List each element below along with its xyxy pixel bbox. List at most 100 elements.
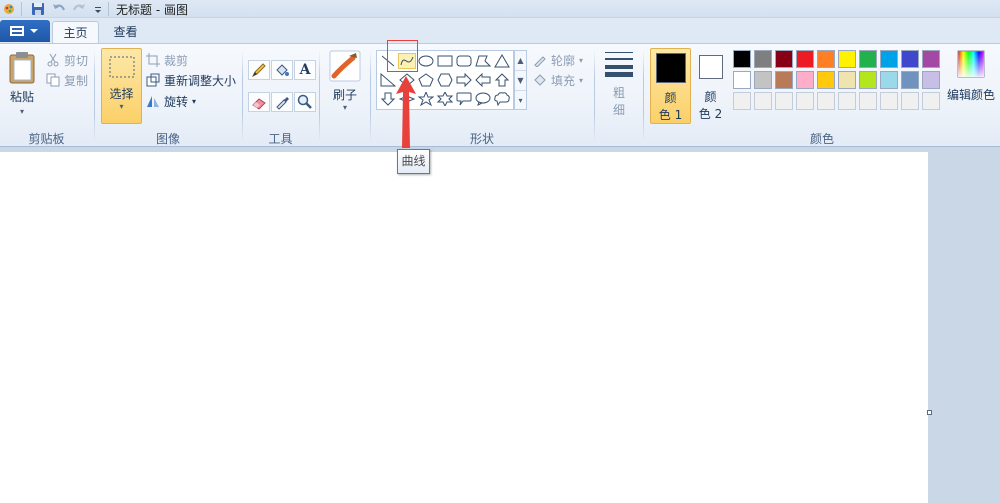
palette-swatch[interactable] — [859, 50, 877, 68]
palette-swatch[interactable] — [880, 71, 898, 89]
select-dropdown-arrow[interactable]: ▾ — [102, 102, 141, 111]
palette-swatch[interactable] — [880, 92, 898, 110]
palette-swatch[interactable] — [817, 71, 835, 89]
palette-swatch[interactable] — [817, 92, 835, 110]
brushes-button[interactable]: 刷子 ▾ — [326, 50, 364, 122]
triangle-shape-icon — [494, 54, 510, 68]
palette-swatch[interactable] — [880, 50, 898, 68]
shape-polygon[interactable] — [474, 53, 492, 69]
paste-dropdown-arrow[interactable]: ▾ — [4, 107, 40, 116]
undo-icon[interactable] — [51, 1, 67, 17]
shape-right-arrow[interactable] — [455, 72, 473, 88]
shapes-scroll-up[interactable]: ▲ — [515, 51, 526, 71]
save-icon[interactable] — [31, 1, 45, 17]
palette-swatch[interactable] — [775, 71, 793, 89]
fill-button[interactable]: 填充 ▾ — [533, 71, 583, 89]
palette-swatch[interactable] — [796, 50, 814, 68]
palette-swatch[interactable] — [775, 50, 793, 68]
divider — [94, 50, 95, 142]
paint-app-icon[interactable] — [2, 1, 16, 17]
tab-view[interactable]: 查看 — [103, 21, 148, 44]
shape-six-point-star[interactable] — [436, 91, 454, 107]
resize-button[interactable]: 重新调整大小 — [146, 71, 236, 89]
copy-button[interactable]: 复制 — [46, 71, 88, 89]
shape-rectangle[interactable] — [436, 53, 454, 69]
shape-up-arrow[interactable] — [493, 72, 511, 88]
fill-dropdown-arrow[interactable]: ▾ — [579, 76, 583, 85]
cut-button[interactable]: 剪切 — [46, 51, 88, 69]
size-button[interactable]: 粗 细 — [600, 50, 638, 124]
color-1-swatch — [655, 53, 686, 83]
color-1-label-line2: 色 1 — [658, 108, 683, 122]
outline-button[interactable]: 轮廓 ▾ — [533, 51, 583, 69]
select-button[interactable]: 选择 ▾ — [101, 48, 142, 124]
red-arrow-annotation — [396, 76, 416, 148]
text-tool[interactable]: A — [294, 60, 316, 80]
palette-swatch[interactable] — [901, 92, 919, 110]
shape-oval[interactable] — [417, 53, 435, 69]
palette-swatch[interactable] — [733, 50, 751, 68]
rotate-button[interactable]: 旋转 ▾ — [146, 92, 196, 110]
magnifier-tool[interactable] — [294, 92, 316, 112]
eraser-icon — [252, 98, 266, 110]
shape-rounded-callout[interactable] — [455, 91, 473, 107]
shapes-scroll-down[interactable]: ▼ — [515, 71, 526, 91]
palette-swatch[interactable] — [817, 50, 835, 68]
palette-swatch[interactable] — [922, 50, 940, 68]
tab-home[interactable]: 主页 — [52, 21, 99, 44]
shape-cloud-callout[interactable] — [493, 91, 511, 107]
crop-icon — [146, 53, 160, 67]
palette-swatch[interactable] — [859, 92, 877, 110]
outline-label: 轮廓 — [551, 53, 576, 68]
shape-hexagon[interactable] — [436, 72, 454, 88]
shape-five-point-star[interactable] — [417, 91, 435, 107]
fill-tool[interactable] — [271, 60, 293, 80]
palette-swatch[interactable] — [901, 50, 919, 68]
eraser-tool[interactable] — [248, 92, 270, 112]
canvas-resize-handle[interactable] — [927, 410, 932, 415]
palette-swatch[interactable] — [922, 92, 940, 110]
edit-colors-button[interactable]: 编辑颜色 — [946, 50, 996, 122]
crop-button[interactable]: 裁剪 — [146, 51, 188, 69]
paint-menu-button[interactable] — [0, 20, 50, 42]
shapes-expand[interactable]: ▾ — [515, 91, 526, 111]
palette-swatch[interactable] — [796, 71, 814, 89]
shape-oval-callout[interactable] — [474, 91, 492, 107]
palette-swatch[interactable] — [754, 92, 772, 110]
divider — [242, 50, 243, 142]
palette-swatch[interactable] — [754, 71, 772, 89]
shape-rounded-rectangle[interactable] — [455, 53, 473, 69]
rotate-dropdown-arrow[interactable]: ▾ — [192, 97, 196, 106]
palette-swatch[interactable] — [922, 71, 940, 89]
palette-swatch[interactable] — [733, 71, 751, 89]
palette-swatch[interactable] — [859, 71, 877, 89]
shape-triangle[interactable] — [493, 53, 511, 69]
brushes-dropdown-arrow[interactable]: ▾ — [326, 103, 364, 112]
palette-swatch[interactable] — [775, 92, 793, 110]
brushes-label: 刷子 — [332, 88, 357, 102]
customize-toolbar-icon[interactable] — [93, 1, 103, 17]
shape-left-arrow[interactable] — [474, 72, 492, 88]
redo-icon[interactable] — [71, 1, 87, 17]
color-2-button[interactable]: 颜 色 2 — [695, 48, 726, 124]
color-picker-tool[interactable] — [271, 92, 293, 112]
pencil-icon — [251, 63, 266, 78]
palette-swatch[interactable] — [901, 71, 919, 89]
palette-swatch[interactable] — [796, 92, 814, 110]
palette-swatch[interactable] — [838, 92, 856, 110]
drawing-canvas[interactable] — [0, 152, 928, 503]
magnifier-icon — [297, 94, 312, 109]
shape-pentagon[interactable] — [417, 72, 435, 88]
divider — [643, 50, 644, 142]
palette-swatch[interactable] — [838, 50, 856, 68]
select-rectangle-icon — [109, 56, 134, 78]
highlight-box — [387, 40, 418, 72]
palette-swatch[interactable] — [838, 71, 856, 89]
color-1-button[interactable]: 颜 色 1 — [650, 48, 691, 124]
menu-icon — [10, 26, 38, 36]
palette-swatch[interactable] — [733, 92, 751, 110]
pencil-tool[interactable] — [248, 60, 270, 80]
paste-button[interactable]: 粘贴 ▾ — [4, 50, 40, 120]
palette-swatch[interactable] — [754, 50, 772, 68]
outline-dropdown-arrow[interactable]: ▾ — [579, 56, 583, 65]
